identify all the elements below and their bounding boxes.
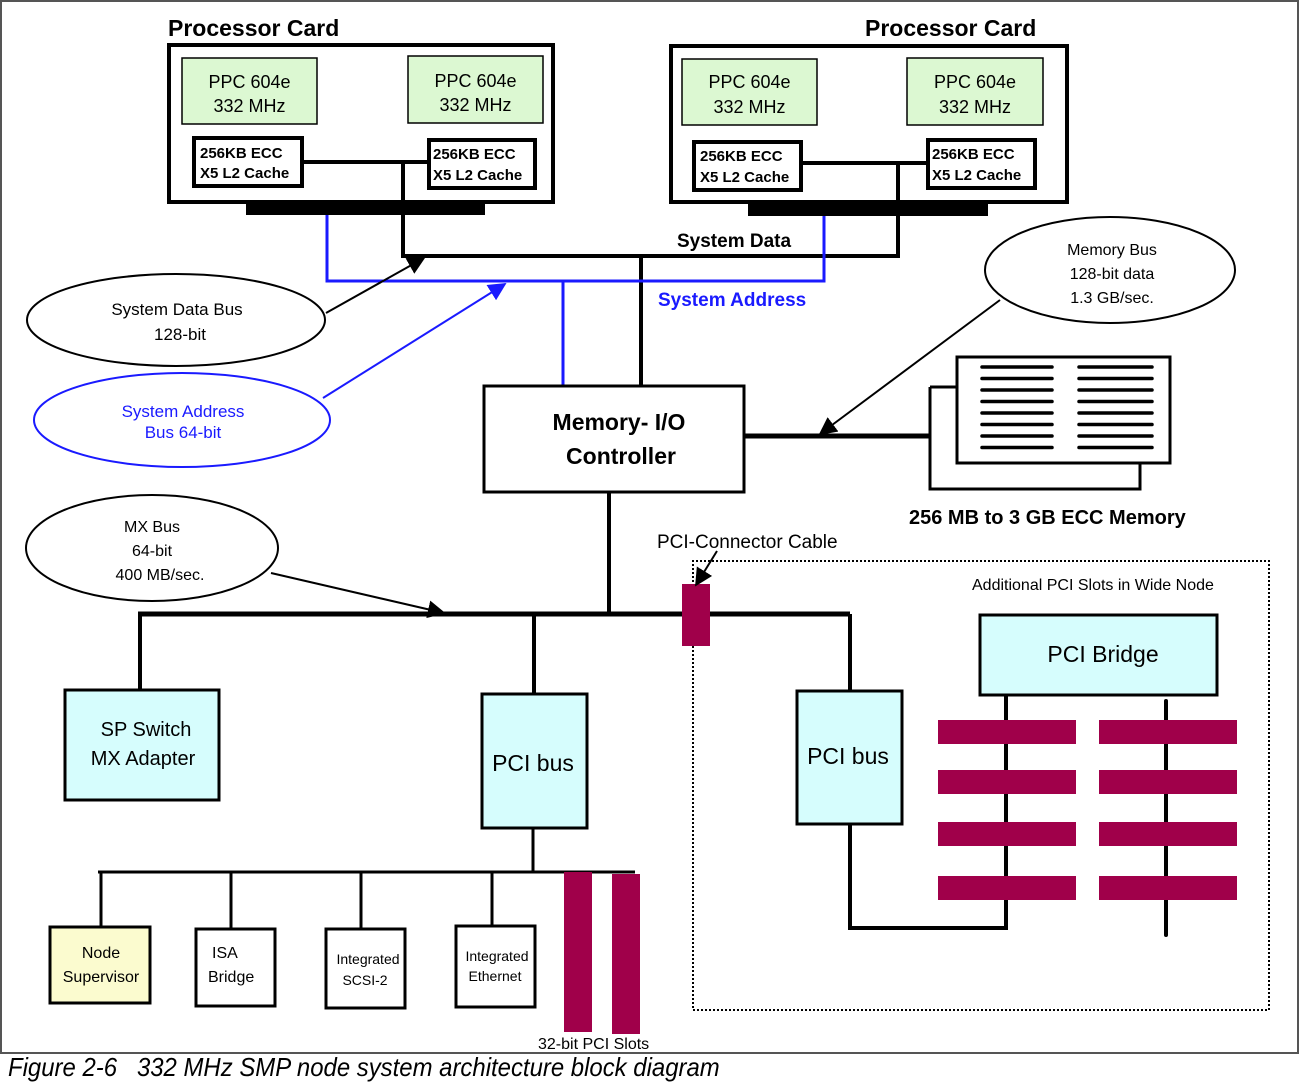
io-devices: Node Supervisor ISA Bridge Integrated SC… xyxy=(48,872,537,1010)
cache-size: 256KB ECC xyxy=(200,145,283,162)
sp-switch-label: SP Switch xyxy=(101,719,192,741)
device-label: ISA xyxy=(212,945,238,962)
callout-mx-bus: MX Bus 64-bit 400 MB/sec. xyxy=(25,494,446,619)
figure-caption: Figure 2-6 332 MHz SMP node system archi… xyxy=(8,1052,720,1082)
node-supervisor-box xyxy=(48,925,152,1005)
arrow-icon xyxy=(695,550,718,587)
pci-slots-32bit: 32-bit PCI Slots xyxy=(538,872,649,1053)
system-address-label: System Address xyxy=(658,290,806,311)
cache-type: X5 L2 Cache xyxy=(200,165,289,182)
callout-system-data-bus: System Data Bus 128-bit xyxy=(26,257,426,367)
integrated-scsi-box xyxy=(324,927,407,1010)
processor-card-title: Processor Card xyxy=(168,15,339,41)
processor-card-2: Processor Card PPC 604e 332 MHz PPC 604e… xyxy=(669,15,1069,216)
cpu-name: PPC 604e xyxy=(434,71,516,91)
wide-node-label: Additional PCI Slots in Wide Node xyxy=(972,577,1214,594)
pci-slot xyxy=(938,822,1076,846)
cpu-speed: 332 MHz xyxy=(939,97,1011,117)
pci-slot xyxy=(938,876,1076,900)
card-connector xyxy=(246,202,485,215)
pci-slot xyxy=(1099,822,1237,846)
pci-bus-wide-label: PCI bus xyxy=(807,743,889,769)
system-data-label: System Data xyxy=(677,231,791,252)
pci-bus-label: PCI bus xyxy=(492,750,574,776)
cache-type: X5 L2 Cache xyxy=(700,169,789,186)
cache-type: X5 L2 Cache xyxy=(433,167,522,184)
device-label: Integrated xyxy=(336,951,399,967)
sp-switch-label: MX Adapter xyxy=(91,748,196,770)
callout-text: MX Bus xyxy=(124,519,180,536)
device-label: Bridge xyxy=(208,969,254,986)
callout-text: 128-bit data xyxy=(1070,266,1155,283)
controller-label: Controller xyxy=(566,443,676,469)
processor-card-title: Processor Card xyxy=(865,15,1036,41)
sp-switch-mx-adapter: SP Switch MX Adapter xyxy=(63,688,221,802)
callout-text: 128-bit xyxy=(154,325,206,344)
pci-slots-label: 32-bit PCI Slots xyxy=(538,1036,649,1053)
device-label: Node xyxy=(82,945,120,962)
cache-size: 256KB ECC xyxy=(433,146,516,163)
pci-slot xyxy=(938,720,1076,744)
callout-text: 64-bit xyxy=(132,543,173,560)
wide-node-area: Additional PCI Slots in Wide Node PCI Br… xyxy=(692,560,1270,1011)
pci-slot xyxy=(1099,876,1237,900)
cpu-name: PPC 604e xyxy=(208,72,290,92)
callout-text: 400 MB/sec. xyxy=(116,567,205,584)
cpu-speed: 332 MHz xyxy=(439,95,511,115)
pci-slot xyxy=(1099,770,1237,794)
arrow-icon xyxy=(325,257,426,314)
callout-text: 1.3 GB/sec. xyxy=(1070,290,1154,307)
arrow-icon xyxy=(270,572,446,619)
device-label: Supervisor xyxy=(63,969,140,986)
memory-label: 256 MB to 3 GB ECC Memory xyxy=(909,507,1187,529)
arrow-icon xyxy=(322,283,507,399)
pci-slot xyxy=(612,874,640,1034)
cpu-speed: 332 MHz xyxy=(713,97,785,117)
cache-type: X5 L2 Cache xyxy=(932,167,1021,184)
memory-io-controller: Memory- I/O Controller xyxy=(482,384,746,494)
pci-connector xyxy=(682,584,710,646)
pci-slot xyxy=(938,770,1076,794)
controller-label: Memory- I/O xyxy=(553,409,686,435)
cache-size: 256KB ECC xyxy=(700,148,783,165)
cpu-name: PPC 604e xyxy=(708,72,790,92)
isa-bridge-box xyxy=(194,927,277,1008)
processor-card-1: Processor Card PPC 604e 332 MHz PPC 604e… xyxy=(167,15,555,215)
pci-bridge-label: PCI Bridge xyxy=(1047,641,1158,667)
callout-text: System Data Bus xyxy=(111,300,242,319)
pci-connector-label: PCI-Connector Cable xyxy=(657,532,838,553)
cache-size: 256KB ECC xyxy=(932,146,1015,163)
callout-text: System Address xyxy=(122,402,245,421)
pci-slot xyxy=(1099,720,1237,744)
device-label: SCSI-2 xyxy=(342,972,387,988)
pci-slot xyxy=(564,872,592,1032)
cpu-speed: 332 MHz xyxy=(213,96,285,116)
callout-text: Memory Bus xyxy=(1067,242,1157,259)
callout-text: Bus 64-bit xyxy=(145,423,222,442)
card-connector xyxy=(748,204,988,216)
wide-node-slots xyxy=(938,720,1237,900)
cpu-name: PPC 604e xyxy=(934,72,1016,92)
device-label: Integrated xyxy=(465,948,528,964)
pci-connector-cable: PCI-Connector Cable xyxy=(657,532,838,646)
architecture-diagram: Processor Card PPC 604e 332 MHz PPC 604e… xyxy=(0,0,1299,1054)
device-label: Ethernet xyxy=(469,968,522,984)
memory-module: 256 MB to 3 GB ECC Memory xyxy=(909,355,1187,529)
integrated-ethernet-box xyxy=(454,924,537,1009)
